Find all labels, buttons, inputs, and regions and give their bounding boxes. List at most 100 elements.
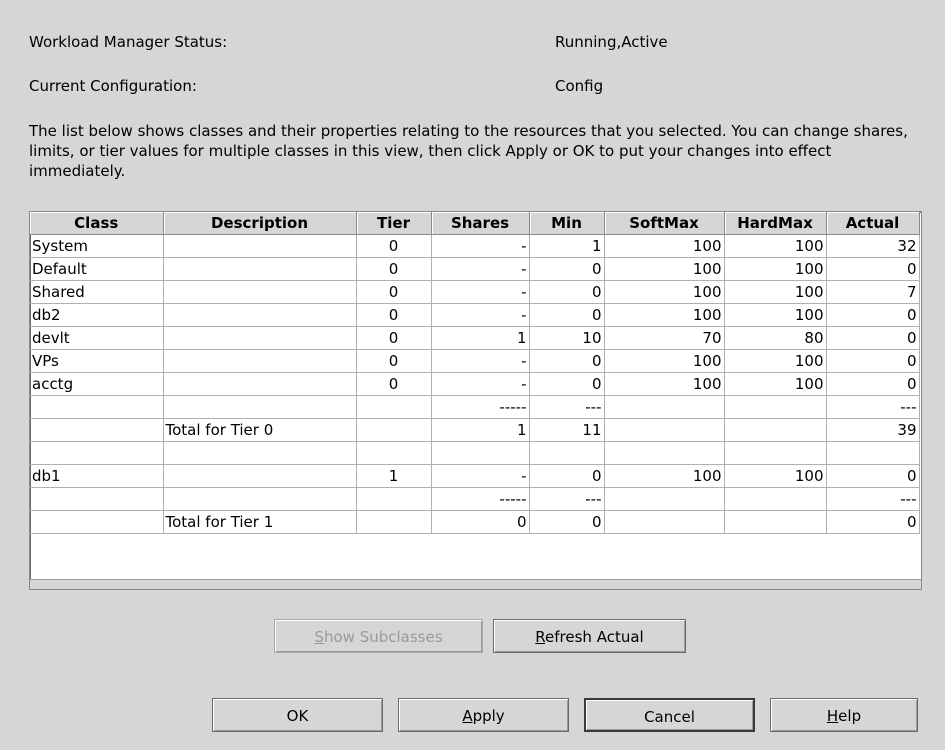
cell-description — [163, 372, 357, 396]
column-header-shares[interactable]: Shares — [431, 212, 530, 235]
table-row[interactable]: Shared 0-0 100 100 7 — [30, 280, 920, 304]
cell-tier: 0 — [356, 257, 432, 281]
cell-min: 1 — [529, 234, 605, 258]
ok-button[interactable]: OK — [212, 698, 383, 732]
cell-min: --- — [529, 487, 605, 511]
cancel-button[interactable]: Cancel — [584, 698, 755, 732]
cell-shares: - — [431, 234, 530, 258]
cell-description — [163, 326, 357, 350]
cell-class — [30, 418, 164, 442]
cell-class — [30, 441, 164, 465]
column-header-class[interactable]: Class — [30, 212, 164, 235]
table-header-row: Class Description Tier Shares Min SoftMax Hard… — [30, 212, 920, 235]
cell-hardmax: 100 — [724, 372, 827, 396]
cell-class: db1 — [30, 464, 164, 488]
table-row[interactable]: acctg 0-0 100 100 0 — [30, 372, 920, 396]
description-text: The list below shows classes and their p… — [29, 122, 908, 180]
cell-class: devlt — [30, 326, 164, 350]
cell-softmax: 100 — [604, 372, 725, 396]
cell-min: 0 — [529, 280, 605, 304]
cell-shares: 1 — [431, 326, 530, 350]
table-row[interactable]: db2 0-0 100 100 0 — [30, 303, 920, 327]
cell-hardmax — [724, 395, 827, 419]
cell-description: Total for Tier 1 — [163, 510, 357, 534]
cell-min: 0 — [529, 464, 605, 488]
cell-hardmax: 80 — [724, 326, 827, 350]
cell-actual: 7 — [826, 280, 920, 304]
cell-description — [163, 487, 357, 511]
table-row[interactable]: Total for Tier 0 1 11 39 — [30, 418, 920, 442]
cell-min: 0 — [529, 257, 605, 281]
table-body: System 0-1 100 100 32 Default 0-0 100 100 0 Shared… — [30, 234, 920, 534]
cell-tier: 0 — [356, 349, 432, 373]
cell-description — [163, 395, 357, 419]
cell-hardmax: 100 — [724, 303, 827, 327]
cell-shares: - — [431, 257, 530, 281]
cell-shares: - — [431, 280, 530, 304]
cell-softmax: 100 — [604, 349, 725, 373]
help-button[interactable]: Help — [770, 698, 918, 732]
cell-softmax: 100 — [604, 280, 725, 304]
cell-shares: - — [431, 464, 530, 488]
refresh-actual-button[interactable]: Refresh Actual — [493, 619, 686, 653]
column-header-actual[interactable]: Actual — [826, 212, 920, 235]
cell-actual: 0 — [826, 257, 920, 281]
cell-class: System — [30, 234, 164, 258]
current-config-label: Current Configuration: — [29, 77, 197, 95]
table-row[interactable]: System 0-1 100 100 32 — [30, 234, 920, 258]
cell-shares: 0 — [431, 510, 530, 534]
column-header-description[interactable]: Description — [163, 212, 357, 235]
table-row[interactable]: VPs 0-0 100 100 0 — [30, 349, 920, 373]
cell-min: 0 — [529, 372, 605, 396]
cell-description: Total for Tier 0 — [163, 418, 357, 442]
table-row[interactable]: devlt 0 1 10 70 80 0 — [30, 326, 920, 350]
cell-description — [163, 464, 357, 488]
column-header-softmax[interactable]: SoftMax — [604, 212, 725, 235]
apply-button[interactable]: Apply — [398, 698, 569, 732]
cell-description — [163, 303, 357, 327]
column-header-min[interactable]: Min — [529, 212, 605, 235]
cell-hardmax: 100 — [724, 234, 827, 258]
show-subclasses-button[interactable]: Show Subclasses — [274, 619, 483, 653]
cell-hardmax: 100 — [724, 464, 827, 488]
cell-shares: - — [431, 349, 530, 373]
cell-softmax — [604, 510, 725, 534]
column-header-hardmax[interactable]: HardMax — [724, 212, 827, 235]
cell-hardmax: 100 — [724, 280, 827, 304]
column-header-tier[interactable]: Tier — [356, 212, 432, 235]
cell-actual: 0 — [826, 464, 920, 488]
cell-actual: 0 — [826, 303, 920, 327]
cell-softmax: 100 — [604, 257, 725, 281]
classes-table-panel[interactable]: Class Description Tier Shares Min SoftMax Hard… — [29, 211, 922, 590]
cell-class: VPs — [30, 349, 164, 373]
table-row[interactable]: db1 1-0 100 100 0 — [30, 464, 920, 488]
cell-class — [30, 395, 164, 419]
cell-actual: --- — [826, 395, 920, 419]
cell-tier: 0 — [356, 280, 432, 304]
cell-hardmax — [724, 487, 827, 511]
table-row[interactable] — [30, 441, 920, 465]
cell-description — [163, 441, 357, 465]
cell-class: acctg — [30, 372, 164, 396]
cell-actual: 32 — [826, 234, 920, 258]
cell-actual: --- — [826, 487, 920, 511]
cell-class: Default — [30, 257, 164, 281]
cell-tier: 0 — [356, 303, 432, 327]
cell-min — [529, 441, 605, 465]
table-row[interactable]: Total for Tier 1000 — [30, 510, 920, 534]
cell-min: 10 — [529, 326, 605, 350]
table-row[interactable]: Default 0-0 100 100 0 — [30, 257, 920, 281]
cell-hardmax — [724, 441, 827, 465]
table-row[interactable]: ----- --- --- — [30, 395, 920, 419]
wlm-status-value: Running,Active — [555, 33, 668, 51]
cell-shares: ----- — [431, 395, 530, 419]
cell-softmax: 70 — [604, 326, 725, 350]
wlm-status-label: Workload Manager Status: — [29, 33, 228, 51]
cell-tier — [356, 418, 432, 442]
table-row[interactable]: ----- --- --- — [30, 487, 920, 511]
cell-softmax — [604, 441, 725, 465]
cell-hardmax: 100 — [724, 349, 827, 373]
cell-min: --- — [529, 395, 605, 419]
cell-shares: 1 — [431, 418, 530, 442]
cell-tier — [356, 487, 432, 511]
